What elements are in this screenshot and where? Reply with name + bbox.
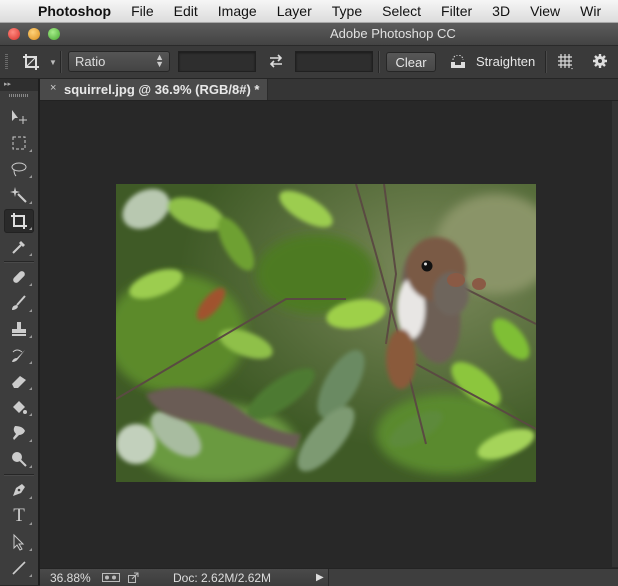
- document-tab[interactable]: × squirrel.jpg @ 36.9% (RGB/8#) *: [40, 79, 268, 100]
- clear-button[interactable]: Clear: [386, 52, 436, 72]
- tool-line[interactable]: [4, 556, 34, 580]
- tool-dodge[interactable]: [4, 447, 34, 471]
- document-tab-title: squirrel.jpg @ 36.9% (RGB/8#) *: [64, 82, 260, 97]
- menu-layer[interactable]: Layer: [277, 3, 312, 19]
- close-window-button[interactable]: [8, 28, 20, 40]
- tool-move[interactable]: [4, 105, 34, 129]
- gpu-icon: [102, 573, 120, 582]
- ratio-select-value: Ratio: [75, 54, 106, 69]
- horizontal-scrollbar[interactable]: [328, 569, 618, 586]
- paint-bucket-tool-icon: [13, 401, 27, 414]
- tool-type[interactable]: T: [4, 504, 34, 528]
- menu-view[interactable]: View: [530, 3, 560, 19]
- healing-brush-tool-icon: [13, 271, 25, 283]
- tool-preset-dropdown-icon[interactable]: ▼: [49, 58, 57, 67]
- brush-tool-icon: [12, 295, 26, 310]
- tool-clone-stamp[interactable]: [4, 317, 34, 341]
- zoom-level[interactable]: 36.88%: [50, 571, 91, 585]
- document-size-info[interactable]: Doc: 2.62M/2.62M: [173, 571, 271, 585]
- crop-height-field[interactable]: [295, 51, 373, 72]
- toolbox-collapse-button[interactable]: ▸▸: [0, 79, 38, 91]
- menu-window[interactable]: Wir: [580, 3, 601, 19]
- ratio-select[interactable]: Ratio ▲ ▼: [68, 51, 170, 72]
- marquee-tool-icon: [12, 136, 26, 150]
- menu-edit[interactable]: Edit: [174, 3, 198, 19]
- window-title-bar: Adobe Photoshop CC: [0, 23, 618, 46]
- gear-icon[interactable]: [592, 53, 608, 69]
- document-image[interactable]: [116, 184, 536, 482]
- document-tab-bar: × squirrel.jpg @ 36.9% (RGB/8#) *: [40, 79, 618, 101]
- tool-brush[interactable]: [4, 291, 34, 315]
- tool-smudge[interactable]: [4, 421, 34, 445]
- menu-filter[interactable]: Filter: [441, 3, 472, 19]
- menu-bar: Photoshop File Edit Image Layer Type Sel…: [0, 0, 618, 23]
- divider: [378, 51, 380, 73]
- menu-3d[interactable]: 3D: [492, 3, 510, 19]
- move-tool-icon: [12, 110, 27, 124]
- status-bar: 36.88% Doc: 2.62M/2.62M ▶: [40, 568, 618, 586]
- options-bar-grip[interactable]: [5, 54, 8, 70]
- type-tool-icon: T: [13, 505, 25, 526]
- tool-rectangular-marquee[interactable]: [4, 131, 34, 155]
- eraser-tool-icon: [12, 376, 26, 388]
- dodge-tool-icon: [12, 452, 27, 467]
- toolbox-grip[interactable]: [9, 94, 29, 97]
- menu-select[interactable]: Select: [382, 3, 421, 19]
- tool-crop[interactable]: [4, 209, 34, 233]
- tool-options-bar: ▼ Ratio ▲ ▼ Clear Straighten: [0, 46, 618, 79]
- tool-path-selection[interactable]: [4, 530, 34, 554]
- menu-image[interactable]: Image: [218, 3, 257, 19]
- line-tool-icon: [12, 561, 26, 575]
- menu-file[interactable]: File: [131, 3, 154, 19]
- tool-healing-brush[interactable]: [4, 265, 34, 289]
- close-document-icon[interactable]: ×: [50, 82, 56, 94]
- crop-tool-icon: [11, 213, 27, 229]
- toolbox-divider: [4, 474, 34, 476]
- toolbox-divider: [4, 261, 34, 263]
- toolbox-panel: ▸▸ T: [0, 79, 40, 585]
- clone-stamp-tool-icon: [12, 322, 26, 336]
- status-menu-arrow-icon[interactable]: ▶: [316, 572, 324, 583]
- tool-paint-bucket[interactable]: [4, 395, 34, 419]
- straighten-button[interactable]: Straighten: [476, 54, 535, 69]
- magic-wand-tool-icon: [10, 187, 27, 203]
- vertical-scrollbar[interactable]: [612, 101, 618, 567]
- grid-icon[interactable]: [557, 53, 574, 70]
- divider: [60, 51, 62, 73]
- tool-eraser[interactable]: [4, 369, 34, 393]
- level-icon[interactable]: [449, 55, 467, 69]
- tool-pen[interactable]: [4, 478, 34, 502]
- squirrel-photo: [116, 184, 536, 482]
- divider: [545, 51, 547, 73]
- minimize-window-button[interactable]: [28, 28, 40, 40]
- pen-tool-icon: [13, 484, 25, 496]
- swap-arrows-icon[interactable]: [267, 53, 285, 69]
- select-arrows-icon: ▲ ▼: [155, 52, 164, 69]
- smudge-tool-icon: [13, 426, 25, 440]
- eyedropper-tool-icon: [12, 241, 25, 254]
- crop-width-field[interactable]: [178, 51, 256, 72]
- history-brush-tool-icon: [12, 349, 25, 362]
- zoom-window-button[interactable]: [48, 28, 60, 40]
- window-title: Adobe Photoshop CC: [330, 26, 456, 41]
- tool-history-brush[interactable]: [4, 343, 34, 367]
- menu-type[interactable]: Type: [332, 3, 362, 19]
- crop-icon[interactable]: [22, 53, 40, 71]
- share-icon[interactable]: [128, 572, 139, 583]
- tool-lasso[interactable]: [4, 157, 34, 181]
- lasso-tool-icon: [11, 162, 27, 177]
- menu-app-photoshop[interactable]: Photoshop: [38, 3, 111, 19]
- tool-eyedropper[interactable]: [4, 235, 34, 259]
- tool-magic-wand[interactable]: [4, 183, 34, 207]
- path-selection-tool-icon: [13, 533, 25, 551]
